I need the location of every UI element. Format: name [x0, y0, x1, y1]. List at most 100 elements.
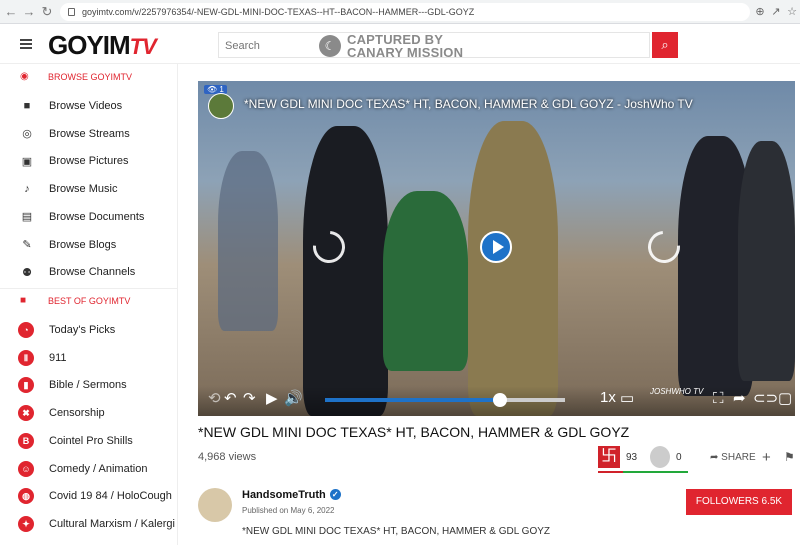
dislike-reaction-icon[interactable] [650, 446, 670, 468]
picture-icon: ▣ [21, 155, 33, 168]
category-icon: B [18, 432, 34, 449]
undo-skip-icon[interactable]: ↶ [224, 391, 237, 407]
broadcast-icon: ◎ [22, 128, 32, 141]
search-button[interactable]: ⌕ [652, 32, 678, 58]
reload-icon[interactable]: ↻ [38, 3, 56, 21]
share-page-icon[interactable]: ↗ [768, 3, 784, 21]
sidebar-item-label: Cointel Pro Shills [49, 434, 133, 447]
reaction-ratio-bar-red [598, 471, 623, 473]
lock-icon [68, 8, 75, 16]
cast-icon[interactable]: ▢ [778, 391, 792, 407]
address-bar[interactable]: goyimtv.com/v/2257976354/-NEW-GDL-MINI-D… [60, 3, 750, 21]
best-section-label: BEST OF GOYIMTV [48, 296, 131, 306]
logo-tv: TV [129, 34, 157, 59]
sidebar-item-label: Browse Videos [49, 100, 123, 112]
sidebar-item-browse[interactable]: ♪ Browse Music [20, 179, 117, 199]
sidebar-item-label: Today's Picks [49, 324, 116, 336]
sidebar-item-category[interactable]: Ⅱ 911 [18, 348, 67, 368]
video-player[interactable]: 👁 1 *NEW GDL MINI DOC TEXAS* HT, BACON, … [198, 81, 795, 416]
url-text: goyimtv.com/v/2257976354/-NEW-GDL-MINI-D… [82, 7, 475, 17]
canary-bird-icon: ☾ [319, 35, 341, 57]
sidebar-item-label: Comedy / Animation [49, 462, 148, 475]
sidebar-item-category[interactable]: ✦ Cultural Marxism / Kalergi [18, 514, 175, 534]
channel-avatar[interactable] [198, 488, 232, 522]
view-count: 4,968 views [198, 451, 257, 463]
sidebar-item-category[interactable]: ◔ Today's Picks [18, 320, 115, 340]
bookmark-star-icon[interactable]: ☆ [784, 3, 800, 21]
video-figure [218, 151, 278, 331]
category-icon: ✖ [18, 405, 34, 422]
share-arrow-icon: ➦ [710, 452, 719, 463]
channel-avatar-overlay[interactable] [208, 93, 234, 119]
back-icon[interactable]: ← [2, 3, 20, 21]
sidebar-item-category[interactable]: ✖ Censorship [18, 403, 105, 423]
add-to-playlist-icon[interactable]: + [762, 449, 771, 466]
sidebar-item-label: Browse Documents [49, 210, 145, 223]
playback-speed[interactable]: 1x [600, 389, 616, 406]
follow-button[interactable]: FOLLOWERS 6.5K [686, 489, 792, 515]
sidebar-item-label: Bible / Sermons [49, 379, 127, 392]
sidebar-item-browse[interactable]: ■ Browse Videos [20, 96, 123, 116]
published-date: Published on May 6, 2022 [242, 506, 335, 515]
verified-check-icon: ✓ [329, 489, 341, 500]
channel-name-text: HandsomeTruth [242, 489, 326, 501]
category-icon: ✦ [18, 515, 34, 532]
share-label: SHARE [721, 452, 756, 463]
browse-section-label: BROWSE GOYIMTV [48, 72, 133, 82]
sidebar-item-label: 911 [49, 351, 67, 364]
sidebar: ◉ BROWSE GOYIMTV ■ Browse Videos ◎ Browse S… [0, 64, 178, 545]
sidebar-item-category[interactable]: ▮ Bible / Sermons [18, 375, 127, 395]
report-flag-icon[interactable]: ⚑ [784, 450, 795, 464]
sidebar-item-category[interactable]: ☺ Comedy / Animation [18, 459, 147, 479]
category-icon: ◍ [18, 488, 34, 505]
volume-icon[interactable]: 🔊 [284, 391, 303, 407]
replay-icon[interactable]: ⟲ [208, 391, 221, 407]
video-overlay-title[interactable]: *NEW GDL MINI DOC TEXAS* HT, BACON, HAMM… [244, 97, 693, 111]
sidebar-item-category[interactable]: B Cointel Pro Shills [18, 431, 133, 451]
play-button[interactable] [480, 231, 512, 263]
sidebar-item-browse[interactable]: ▣ Browse Pictures [20, 151, 129, 171]
menu-icon[interactable] [20, 39, 32, 49]
channel-name[interactable]: HandsomeTruth ✓ [242, 489, 341, 501]
video-description: *NEW GDL MINI DOC TEXAS* HT, BACON, HAMM… [242, 526, 551, 537]
sidebar-item-category[interactable]: ◍ Covid 19 84 / HoloCough [18, 486, 172, 506]
video-figure [303, 126, 388, 416]
captions-toggle-icon[interactable]: ⊂⊃ [753, 391, 778, 407]
sidebar-item-browse[interactable]: ◎ Browse Streams [20, 124, 130, 144]
like-reaction-icon[interactable]: 卐 [598, 446, 620, 468]
sidebar-item-label: Censorship [49, 407, 105, 420]
forward-icon[interactable]: → [20, 3, 38, 21]
document-icon: ▤ [21, 211, 33, 224]
logo-main: GOYIM [48, 30, 131, 60]
sidebar-item-label: Cultural Marxism / Kalergi [49, 517, 175, 530]
redo-skip-icon[interactable]: ↷ [243, 391, 256, 407]
share-video-icon[interactable]: ➦ [733, 391, 746, 407]
browse-section-title: ◉ BROWSE GOYIMTV [20, 71, 133, 83]
like-count: 93 [626, 452, 638, 463]
canary-line2: CANARY MISSION [347, 45, 464, 60]
sidebar-item-browse[interactable]: ⚉ Browse Channels [20, 262, 135, 282]
sidebar-item-browse[interactable]: ✎ Browse Blogs [20, 235, 116, 255]
play-icon[interactable]: ▶ [266, 391, 278, 407]
search-icon: ⌕ [661, 37, 669, 52]
sidebar-item-browse[interactable]: ▤ Browse Documents [20, 207, 145, 227]
site-header: GOYIMTV ☾ CAPTURED BY CANARY MISSION ⌕ [0, 24, 800, 64]
pencil-icon: ✎ [22, 239, 32, 251]
search-input[interactable] [225, 38, 315, 54]
zoom-icon[interactable]: ⊕ [752, 3, 768, 21]
seek-bar[interactable] [325, 393, 565, 407]
video-title: *NEW GDL MINI DOC TEXAS* HT, BACON, HAMM… [198, 424, 630, 440]
category-icon: ▮ [18, 377, 34, 394]
pip-icon[interactable]: ▭ [620, 391, 634, 407]
sidebar-item-label: Covid 19 84 / HoloCough [49, 490, 172, 503]
sidebar-divider [0, 288, 178, 289]
site-logo[interactable]: GOYIMTV [48, 30, 157, 61]
share-button[interactable]: ➦ SHARE [710, 452, 756, 463]
category-icon: ◔ [18, 322, 34, 338]
dislike-count: 0 [676, 452, 682, 463]
category-icon: ☺ [18, 460, 34, 477]
video-camera-icon: ■ [20, 295, 27, 306]
category-icon: Ⅱ [18, 349, 34, 366]
eye-icon: ◉ [20, 71, 29, 82]
fullscreen-icon[interactable]: ⛶ [713, 391, 724, 407]
